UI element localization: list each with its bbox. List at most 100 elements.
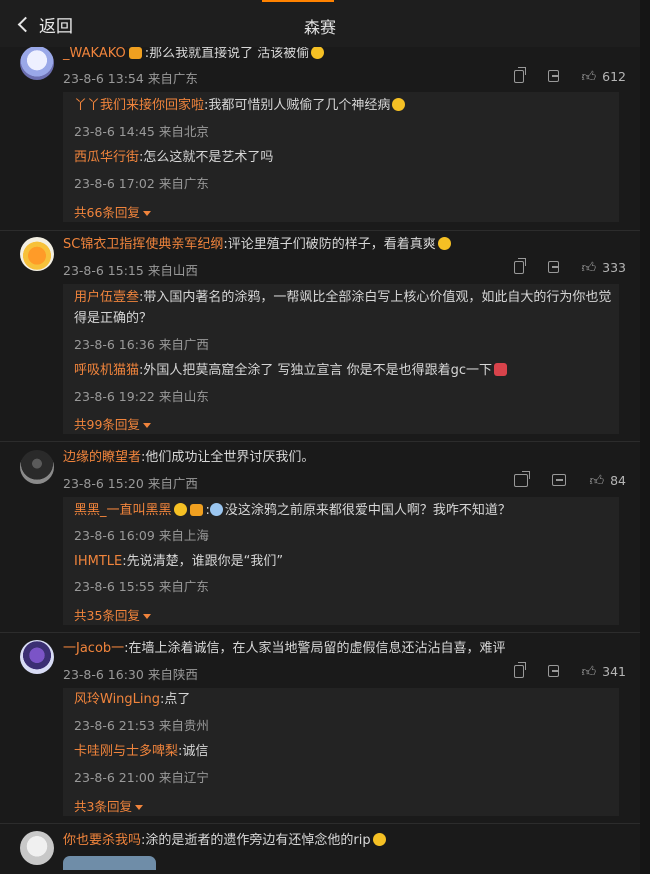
reply-line: 用户伍壹叁:带入国内著名的涂鸦，一帮飒比全部涂白写上核心价值观，如此自大的行为你… [74, 286, 611, 309]
divider [0, 632, 640, 633]
comment-line: 边缘的瞭望者:他们成功让全世界讨厌我们。 [63, 449, 314, 467]
comment-meta: 23-8-6 15:15 来自山西 [63, 260, 198, 279]
comment-username[interactable]: 边缘的瞭望者 [63, 450, 141, 465]
reply-meta: 23-8-6 14:45 来自北京 [74, 121, 209, 140]
comment-line: 一Jacob一:在墙上涂着诚信，在人家当地警局留的虚假信息还沾沾自喜，难评 [63, 640, 506, 658]
comment-time: 23-8-6 15:20 [63, 476, 144, 491]
comment-username[interactable]: SC锦衣卫指挥使典亲军纪纲 [63, 237, 223, 252]
avatar[interactable] [20, 831, 54, 865]
comment-time: 23-8-6 13:54 [63, 71, 144, 86]
comment-icon[interactable] [547, 70, 559, 82]
reply-meta: 23-8-6 19:22 来自山东 [74, 386, 209, 405]
more-replies-link[interactable]: 共3条回复 [74, 796, 143, 815]
comment-location: 来自广西 [147, 476, 198, 491]
comment-time: 23-8-6 16:30 [63, 667, 144, 682]
reply-meta: 23-8-6 16:36 来自广西 [74, 334, 209, 353]
reply-location: 来自广东 [158, 176, 209, 191]
comment-actions: 👍︎ 612 [514, 66, 626, 85]
reply-preview-pill[interactable] [63, 856, 156, 870]
reply-location: 来自上海 [158, 528, 209, 543]
comment-username[interactable]: 一Jacob一 [63, 641, 124, 656]
share-icon[interactable] [514, 661, 526, 678]
reply-username[interactable]: 呼吸机猫猫 [74, 363, 139, 378]
comment-icon[interactable] [551, 474, 567, 486]
emoji-icon [311, 46, 325, 59]
reply-line-continued: 得是正确的？ [74, 311, 153, 326]
comment-icon[interactable] [547, 261, 559, 273]
reply-username[interactable]: 卡哇刚与士多啤梨 [74, 744, 178, 759]
comment-location: 来自山西 [147, 263, 198, 278]
avatar[interactable] [20, 640, 54, 674]
scrollbar[interactable] [640, 0, 650, 874]
emoji-icon [494, 363, 508, 376]
reply-line: 丫丫我们来接你回家啦:我都可惜别人贼偷了几个神经病 [74, 94, 406, 117]
reply-text: 没这涂鸦之前原来都很爱中国人啊？我咋不知道？ [224, 503, 511, 518]
reply-time: 23-8-6 17:02 [74, 176, 155, 191]
more-replies-label: 共99条回复 [74, 417, 140, 432]
vip-badge-icon [189, 504, 203, 516]
comment-meta: 23-8-6 13:54 来自广东 [63, 68, 198, 87]
comment-text: :评论里殖子们破防的样子，看着真爽 [223, 237, 436, 252]
reply-meta: 23-8-6 17:02 来自广东 [74, 173, 209, 192]
comment-text: :那么我就直接说了 活该被偷 [144, 46, 310, 61]
emoji-icon [173, 503, 187, 516]
reply-location: 来自广西 [158, 337, 209, 352]
like-count: 333 [602, 259, 626, 275]
thumbs-up-icon[interactable]: 👍︎ [582, 259, 597, 276]
reply-text: :我都可惜别人贼偷了几个神经病 [204, 98, 391, 113]
comment-username[interactable]: _WAKAKO [63, 46, 126, 61]
comment-line: 你也要杀我吗:涂的是逝者的遗作旁边有还悼念他的rip [63, 832, 386, 850]
caret-down-icon [142, 423, 151, 428]
avatar[interactable] [20, 46, 54, 80]
reply-time: 23-8-6 21:00 [74, 770, 155, 785]
avatar[interactable] [20, 237, 54, 271]
reply-meta: 23-8-6 21:00 来自辽宁 [74, 767, 209, 786]
share-icon[interactable] [514, 66, 526, 83]
reply-username[interactable]: 用户伍壹叁 [74, 290, 139, 305]
reply-box: 丫丫我们来接你回家啦:我都可惜别人贼偷了几个神经病 23-8-6 14:45 来… [63, 92, 619, 222]
share-icon[interactable] [514, 257, 526, 274]
reply-box: 用户伍壹叁:带入国内著名的涂鸦，一帮飒比全部涂白写上核心价值观，如此自大的行为你… [63, 284, 619, 434]
reply-box: 风玲WingLing:点了 23-8-6 21:53 来自贵州 卡哇刚与士多啤梨… [63, 688, 619, 816]
reply-location: 来自山东 [158, 389, 209, 404]
avatar[interactable] [20, 450, 54, 484]
reply-username[interactable]: 西瓜华行街 [74, 150, 139, 165]
reply-time: 23-8-6 21:53 [74, 718, 155, 733]
comment-location: 来自陕西 [147, 667, 198, 682]
reply-time: 23-8-6 19:22 [74, 389, 155, 404]
reply-location: 来自北京 [158, 124, 209, 139]
thumbs-up-icon[interactable]: 👍︎ [589, 472, 604, 489]
share-icon[interactable] [514, 470, 530, 487]
thumbs-up-icon[interactable]: 👍︎ [582, 663, 597, 680]
comment-meta: 23-8-6 15:20 来自广西 [63, 473, 198, 492]
emoji-icon [209, 503, 223, 516]
reply-location: 来自贵州 [158, 718, 209, 733]
reply-username[interactable]: 风玲WingLing [74, 692, 160, 707]
divider [0, 230, 640, 231]
divider [0, 441, 640, 442]
more-replies-link[interactable]: 共66条回复 [74, 202, 151, 221]
comment-actions: 👍︎ 333 [514, 257, 626, 276]
reply-meta: 23-8-6 16:09 来自上海 [74, 525, 209, 544]
like-count: 84 [610, 472, 626, 488]
emoji-icon [372, 833, 386, 846]
comment-text: :涂的是逝者的遗作旁边有还悼念他的rip [141, 833, 371, 848]
reply-location: 来自辽宁 [158, 770, 209, 785]
reply-username[interactable]: 丫丫我们来接你回家啦 [74, 98, 204, 113]
more-replies-link[interactable]: 共99条回复 [74, 414, 151, 433]
like-count: 341 [602, 663, 626, 679]
more-replies-link[interactable]: 共35条回复 [74, 605, 151, 624]
caret-down-icon [142, 614, 151, 619]
comment-actions: 👍︎ 84 [514, 470, 626, 489]
comment-time: 23-8-6 15:15 [63, 263, 144, 278]
reply-username[interactable]: 黑黑_一直叫黑黑 [74, 503, 172, 518]
reply-text: :点了 [160, 692, 191, 707]
reply-text: :带入国内著名的涂鸦，一帮飒比全部涂白写上核心价值观，如此自大的行为你也觉 [139, 290, 612, 305]
reply-username[interactable]: IHMTLE [74, 554, 122, 569]
page-title: 森赛 [303, 18, 336, 37]
comment-location: 来自广东 [147, 71, 198, 86]
comment-icon[interactable] [547, 665, 559, 677]
emoji-icon [392, 98, 406, 111]
thumbs-up-icon[interactable]: 👍︎ [582, 68, 597, 85]
comment-username[interactable]: 你也要杀我吗 [63, 833, 141, 848]
